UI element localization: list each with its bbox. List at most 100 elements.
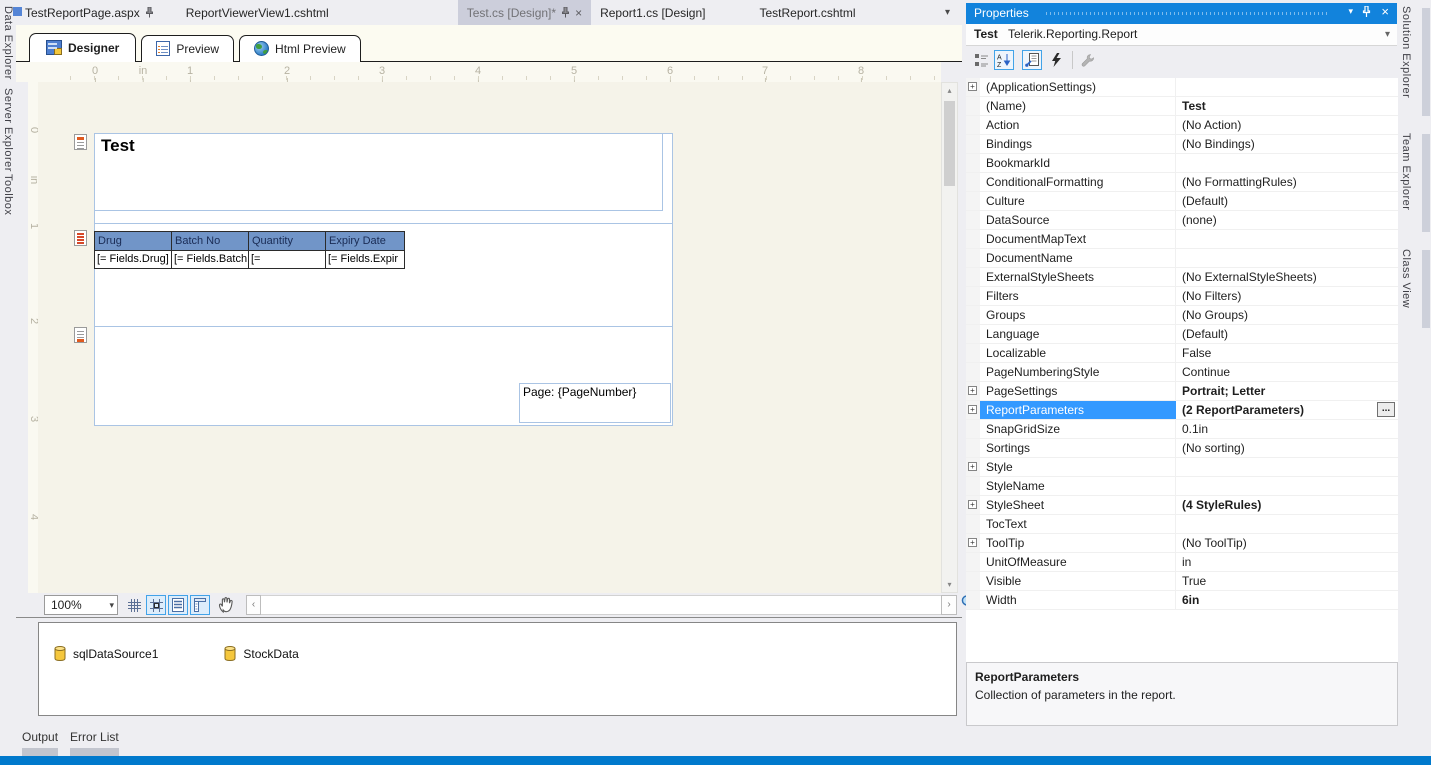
- property-row[interactable]: PageNumberingStyle Continue: [966, 363, 1398, 382]
- pan-button[interactable]: [217, 594, 237, 615]
- pin-icon[interactable]: [561, 7, 570, 18]
- expand-icon[interactable]: +: [968, 500, 977, 509]
- property-value[interactable]: [1176, 515, 1398, 533]
- document-tab[interactable]: TestReport.cshtml ×: [750, 0, 864, 25]
- property-name[interactable]: Style: [980, 458, 1176, 476]
- property-value[interactable]: Test: [1176, 97, 1398, 115]
- property-row[interactable]: UnitOfMeasure in: [966, 553, 1398, 572]
- property-value[interactable]: [1176, 78, 1398, 96]
- property-value[interactable]: (No Groups): [1176, 306, 1398, 324]
- right-rail-tab[interactable]: Class View: [1400, 249, 1412, 311]
- property-value[interactable]: Portrait; Letter: [1176, 382, 1398, 400]
- property-name[interactable]: SnapGridSize: [980, 420, 1176, 438]
- document-tab[interactable]: Report1.cs [Design] ×: [591, 0, 714, 25]
- table-header-cell[interactable]: Expiry Date: [326, 232, 404, 250]
- property-name[interactable]: PageNumberingStyle: [980, 363, 1176, 381]
- left-rail-tab[interactable]: Toolbox: [2, 174, 14, 215]
- table-header-cell[interactable]: Batch No: [172, 232, 249, 250]
- property-value[interactable]: Continue: [1176, 363, 1398, 381]
- property-row[interactable]: Filters (No Filters): [966, 287, 1398, 306]
- table-data-cell[interactable]: [= Fields.Batch: [172, 250, 249, 268]
- scrollbar-thumb[interactable]: [944, 101, 955, 186]
- window-position-icon[interactable]: ▾: [1348, 6, 1353, 17]
- expand-icon[interactable]: +: [968, 405, 977, 414]
- property-row[interactable]: SnapGridSize 0.1in: [966, 420, 1398, 439]
- property-row[interactable]: (Name) Test: [966, 97, 1398, 116]
- property-pages-dialog-button[interactable]: [1078, 50, 1098, 70]
- property-name[interactable]: Action: [980, 116, 1176, 134]
- property-value[interactable]: (Default): [1176, 325, 1398, 343]
- property-value[interactable]: (4 StyleRules): [1176, 496, 1398, 514]
- property-value[interactable]: [1176, 477, 1398, 495]
- report-title-textbox[interactable]: Test: [94, 133, 663, 211]
- property-row[interactable]: Language (Default): [966, 325, 1398, 344]
- property-value[interactable]: 0.1in: [1176, 420, 1398, 438]
- right-rail-tab[interactable]: Solution Explorer: [1400, 6, 1412, 101]
- chevron-down-icon[interactable]: ▾: [1385, 29, 1390, 40]
- property-row[interactable]: Width 6in: [966, 591, 1398, 610]
- detail-section-icon[interactable]: [74, 230, 87, 246]
- property-value[interactable]: (none): [1176, 211, 1398, 229]
- property-row[interactable]: + ReportParameters (2 ReportParameters).…: [966, 401, 1398, 420]
- table-header-cell[interactable]: Quantity: [249, 232, 326, 250]
- pin-icon[interactable]: [1362, 6, 1371, 18]
- pin-icon[interactable]: [145, 7, 154, 18]
- property-row[interactable]: Visible True: [966, 572, 1398, 591]
- properties-titlebar[interactable]: Properties ▾ ×: [966, 3, 1397, 24]
- property-name[interactable]: Localizable: [980, 344, 1176, 362]
- property-name[interactable]: Filters: [980, 287, 1176, 305]
- property-value[interactable]: (Default): [1176, 192, 1398, 210]
- categorized-button[interactable]: [972, 50, 992, 70]
- property-value[interactable]: (No sorting): [1176, 439, 1398, 457]
- property-value[interactable]: (No ExternalStyleSheets): [1176, 268, 1398, 286]
- property-name[interactable]: Bindings: [980, 135, 1176, 153]
- page-footer-section-icon[interactable]: [74, 327, 87, 343]
- property-value[interactable]: [1176, 458, 1398, 476]
- canvas-horizontal-scrollbar[interactable]: [261, 595, 941, 615]
- tab-preview[interactable]: Preview: [141, 35, 235, 62]
- property-name[interactable]: ConditionalFormatting: [980, 173, 1176, 191]
- tab-designer[interactable]: Designer: [29, 33, 137, 62]
- property-name[interactable]: DataSource: [980, 211, 1176, 229]
- property-row[interactable]: Sortings (No sorting): [966, 439, 1398, 458]
- property-value[interactable]: False: [1176, 344, 1398, 362]
- property-name[interactable]: BookmarkId: [980, 154, 1176, 172]
- property-row[interactable]: TocText: [966, 515, 1398, 534]
- bottom-panel-tab[interactable]: Error List: [70, 730, 119, 756]
- expand-icon[interactable]: +: [968, 538, 977, 547]
- property-name[interactable]: DocumentMapText: [980, 230, 1176, 248]
- property-name[interactable]: DocumentName: [980, 249, 1176, 267]
- table-data-cell[interactable]: [= Fields.Expir: [326, 250, 404, 268]
- snap-to-grid-button[interactable]: [146, 595, 166, 615]
- property-name[interactable]: StyleSheet: [980, 496, 1176, 514]
- properties-object-selector[interactable]: Test Telerik.Reporting.Report ▾: [966, 24, 1397, 46]
- property-value[interactable]: (No FormattingRules): [1176, 173, 1398, 191]
- property-value[interactable]: [1176, 154, 1398, 172]
- zoom-select[interactable]: 100% ▾: [44, 595, 118, 615]
- show-grid-button[interactable]: [124, 595, 144, 615]
- property-row[interactable]: + StyleSheet (4 StyleRules): [966, 496, 1398, 515]
- report-table[interactable]: Drug Batch No Quantity Expiry Date [= Field…: [94, 231, 405, 269]
- right-rail-tab[interactable]: Team Explorer: [1400, 133, 1412, 213]
- table-data-cell[interactable]: [= Fields.Drug]: [95, 250, 172, 268]
- table-header-cell[interactable]: Drug: [95, 232, 172, 250]
- property-row[interactable]: Localizable False: [966, 344, 1398, 363]
- property-name[interactable]: TocText: [980, 515, 1176, 533]
- tab-overflow-caret-icon[interactable]: ▾: [945, 7, 950, 18]
- chevron-down-icon[interactable]: ▾: [109, 600, 114, 611]
- property-row[interactable]: + PageSettings Portrait; Letter: [966, 382, 1398, 401]
- property-name[interactable]: Groups: [980, 306, 1176, 324]
- document-tab[interactable]: TestReportPage.aspx ×: [16, 0, 163, 25]
- events-button[interactable]: [1046, 50, 1066, 70]
- scroll-up-icon[interactable]: ▴: [942, 83, 957, 98]
- expand-icon[interactable]: +: [968, 386, 977, 395]
- property-row[interactable]: DocumentName: [966, 249, 1398, 268]
- close-icon[interactable]: ×: [1381, 4, 1389, 19]
- left-rail-tab[interactable]: Server Explorer: [2, 88, 14, 172]
- property-name[interactable]: ExternalStyleSheets: [980, 268, 1176, 286]
- bottom-panel-tab[interactable]: Output: [22, 730, 58, 756]
- section-divider[interactable]: [94, 326, 672, 327]
- canvas-vertical-scrollbar[interactable]: ▴ ▾: [941, 82, 958, 593]
- property-row[interactable]: Action (No Action): [966, 116, 1398, 135]
- property-value[interactable]: [1176, 230, 1398, 248]
